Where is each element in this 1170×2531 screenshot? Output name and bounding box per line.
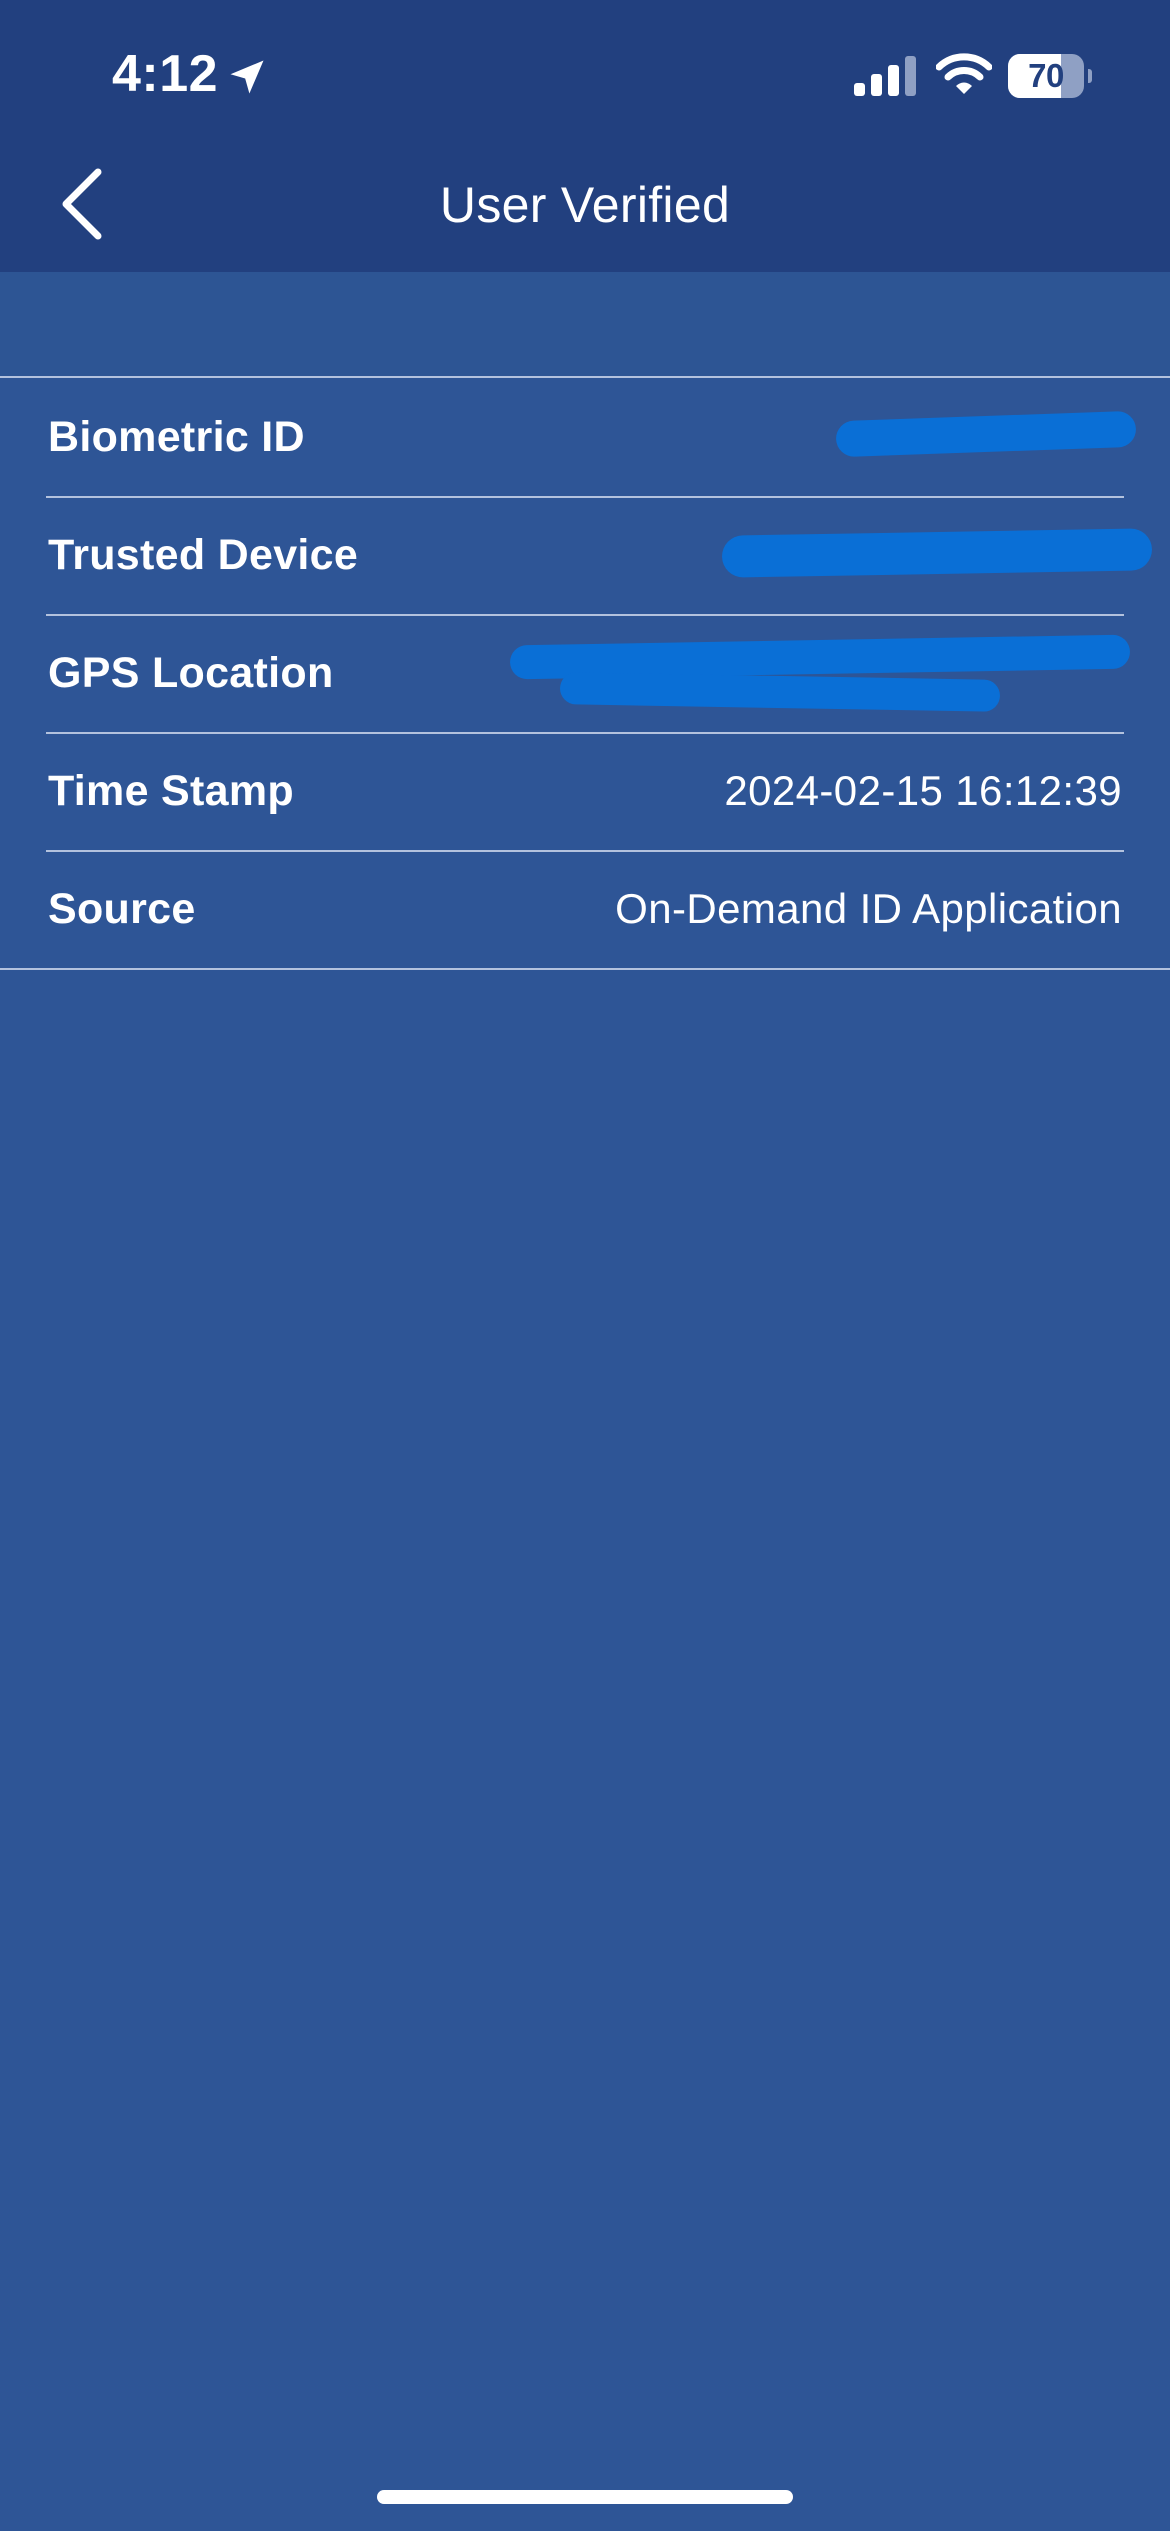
battery-percent: 70 <box>1028 57 1064 94</box>
detail-row-trusted-device: Trusted Device <box>0 496 1170 614</box>
redaction-mark <box>835 410 1137 458</box>
row-value: On-Demand ID Application <box>615 885 1122 932</box>
battery-icon: 70 <box>1008 54 1092 98</box>
redaction-mark <box>721 528 1153 578</box>
page-title: User Verified <box>439 177 731 233</box>
row-label: GPS Location <box>48 649 334 697</box>
status-time: 4:12 <box>112 45 219 103</box>
redaction-mark <box>559 672 1001 712</box>
home-indicator[interactable] <box>377 2490 793 2504</box>
detail-row-gps-location: GPS Location <box>0 614 1170 732</box>
row-label: Time Stamp <box>48 767 294 815</box>
section-spacer <box>0 272 1170 376</box>
battery-body: 70 <box>1008 54 1084 98</box>
navigation-header: 4:12 70 User Verified <box>0 0 1170 272</box>
row-label: Source <box>48 885 196 933</box>
detail-row-source: Source On-Demand ID Application <box>0 850 1170 968</box>
row-label: Trusted Device <box>48 531 359 579</box>
cellular-signal-icon <box>854 56 916 96</box>
detail-row-biometric-id: Biometric ID <box>0 378 1170 496</box>
location-arrow-icon <box>230 60 264 94</box>
row-value: 2024-02-15 16:12:39 <box>724 767 1122 814</box>
detail-row-time-stamp: Time Stamp 2024-02-15 16:12:39 <box>0 732 1170 850</box>
battery-cap <box>1088 69 1092 83</box>
wifi-icon <box>936 53 992 94</box>
verification-details-list: Biometric ID Trusted Device GPS Location… <box>0 376 1170 970</box>
row-label: Biometric ID <box>48 413 305 461</box>
